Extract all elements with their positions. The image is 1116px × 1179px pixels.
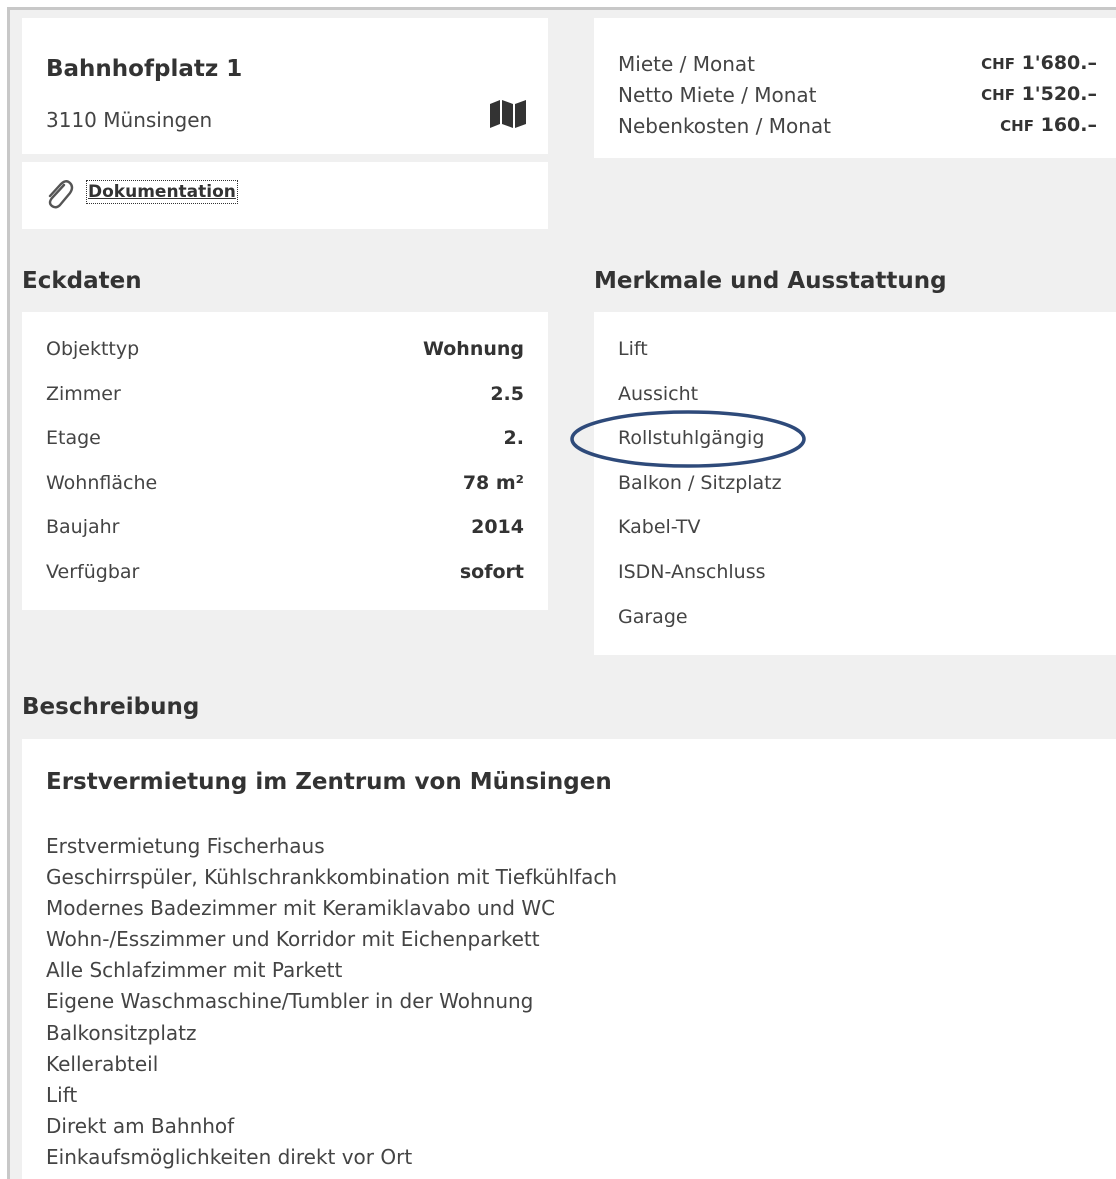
description-line: Kellerabteil — [46, 1052, 159, 1076]
eckdaten-row: Wohnfläche 78 m² — [46, 472, 524, 502]
eckdaten-label: Etage — [46, 427, 101, 449]
eckdaten-card: Objekttyp Wohnung Zimmer 2.5 Etage 2. Wo… — [22, 312, 548, 610]
feature-item: Kabel-TV — [618, 516, 701, 538]
description-line: Geschirrspüler, Kühlschrankkombination m… — [46, 865, 618, 889]
eckdaten-value: 2. — [503, 427, 524, 449]
description-title: Erstvermietung im Zentrum von Münsingen — [46, 769, 612, 795]
eckdaten-value: 2014 — [471, 516, 524, 538]
feature-item: Garage — [618, 606, 688, 628]
eckdaten-row: Objekttyp Wohnung — [46, 338, 524, 368]
description-line: Lift — [46, 1083, 78, 1107]
beschreibung-card: Erstvermietung im Zentrum von Münsingen … — [22, 739, 1116, 1179]
price-label: Nebenkosten / Monat — [618, 114, 832, 138]
eckdaten-row: Zimmer 2.5 — [46, 383, 524, 413]
price-row: Miete / Monat CHF 1'680.– — [618, 52, 1097, 83]
eckdaten-label: Verfügbar — [46, 561, 140, 583]
beschreibung-heading: Beschreibung — [22, 694, 200, 720]
eckdaten-row: Etage 2. — [46, 427, 524, 457]
price-card: Miete / Monat CHF 1'680.– Netto Miete / … — [594, 18, 1116, 158]
documentation-card: Dokumentation — [22, 162, 548, 229]
eckdaten-value: 78 m² — [462, 472, 524, 494]
price-row: Netto Miete / Monat CHF 1'520.– — [618, 83, 1097, 114]
eckdaten-label: Baujahr — [46, 516, 120, 538]
description-line: Balkonsitzplatz — [46, 1021, 197, 1045]
address-city: 3110 Münsingen — [46, 108, 213, 132]
price-row: Nebenkosten / Monat CHF 160.– — [618, 114, 1097, 145]
eckdaten-value: Wohnung — [422, 338, 524, 360]
description-line: Erstvermietung Fischerhaus — [46, 834, 325, 858]
price-value: CHF 160.– — [1000, 114, 1097, 136]
feature-item: Lift — [618, 338, 648, 360]
description-line: Einkaufsmöglichkeiten direkt vor Ort — [46, 1145, 413, 1169]
feature-item: Balkon / Sitzplatz — [618, 472, 782, 494]
merkmale-card: Lift Aussicht Rollstuhlgängig Balkon / S… — [570, 312, 1116, 655]
eckdaten-label: Wohnfläche — [46, 472, 158, 494]
address-card: Bahnhofplatz 1 3110 Münsingen — [22, 18, 548, 154]
eckdaten-value: 2.5 — [490, 383, 524, 405]
feature-item: Aussicht — [618, 383, 699, 405]
description-line: Eigene Waschmaschine/Tumbler in der Wohn… — [46, 989, 534, 1013]
price-label: Netto Miete / Monat — [618, 83, 817, 107]
price-value: CHF 1'520.– — [981, 83, 1097, 105]
feature-item: ISDN-Anschluss — [618, 561, 766, 583]
map-icon[interactable] — [490, 100, 526, 128]
eckdaten-row: Baujahr 2014 — [46, 516, 524, 546]
eckdaten-heading: Eckdaten — [22, 268, 142, 294]
eckdaten-label: Objekttyp — [46, 338, 140, 360]
documentation-link[interactable]: Dokumentation — [86, 180, 238, 204]
description-line: Direkt am Bahnhof — [46, 1114, 235, 1138]
description-line: Modernes Badezimmer mit Keramiklavabo un… — [46, 896, 556, 920]
listing-page: Bahnhofplatz 1 3110 Münsingen Dokumentat… — [7, 7, 1116, 1179]
address-street: Bahnhofplatz 1 — [46, 56, 243, 82]
price-value: CHF 1'680.– — [981, 52, 1097, 74]
price-label: Miete / Monat — [618, 52, 755, 76]
eckdaten-row: Verfügbar sofort — [46, 561, 524, 591]
eckdaten-value: sofort — [459, 561, 524, 583]
description-line: Alle Schlafzimmer mit Parkett — [46, 958, 343, 982]
highlight-ellipse — [570, 410, 806, 468]
description-line: Wohn-/Esszimmer und Korridor mit Eichenp… — [46, 927, 540, 951]
eckdaten-label: Zimmer — [46, 383, 121, 405]
paperclip-icon — [44, 178, 74, 210]
merkmale-heading: Merkmale und Ausstattung — [594, 268, 947, 294]
